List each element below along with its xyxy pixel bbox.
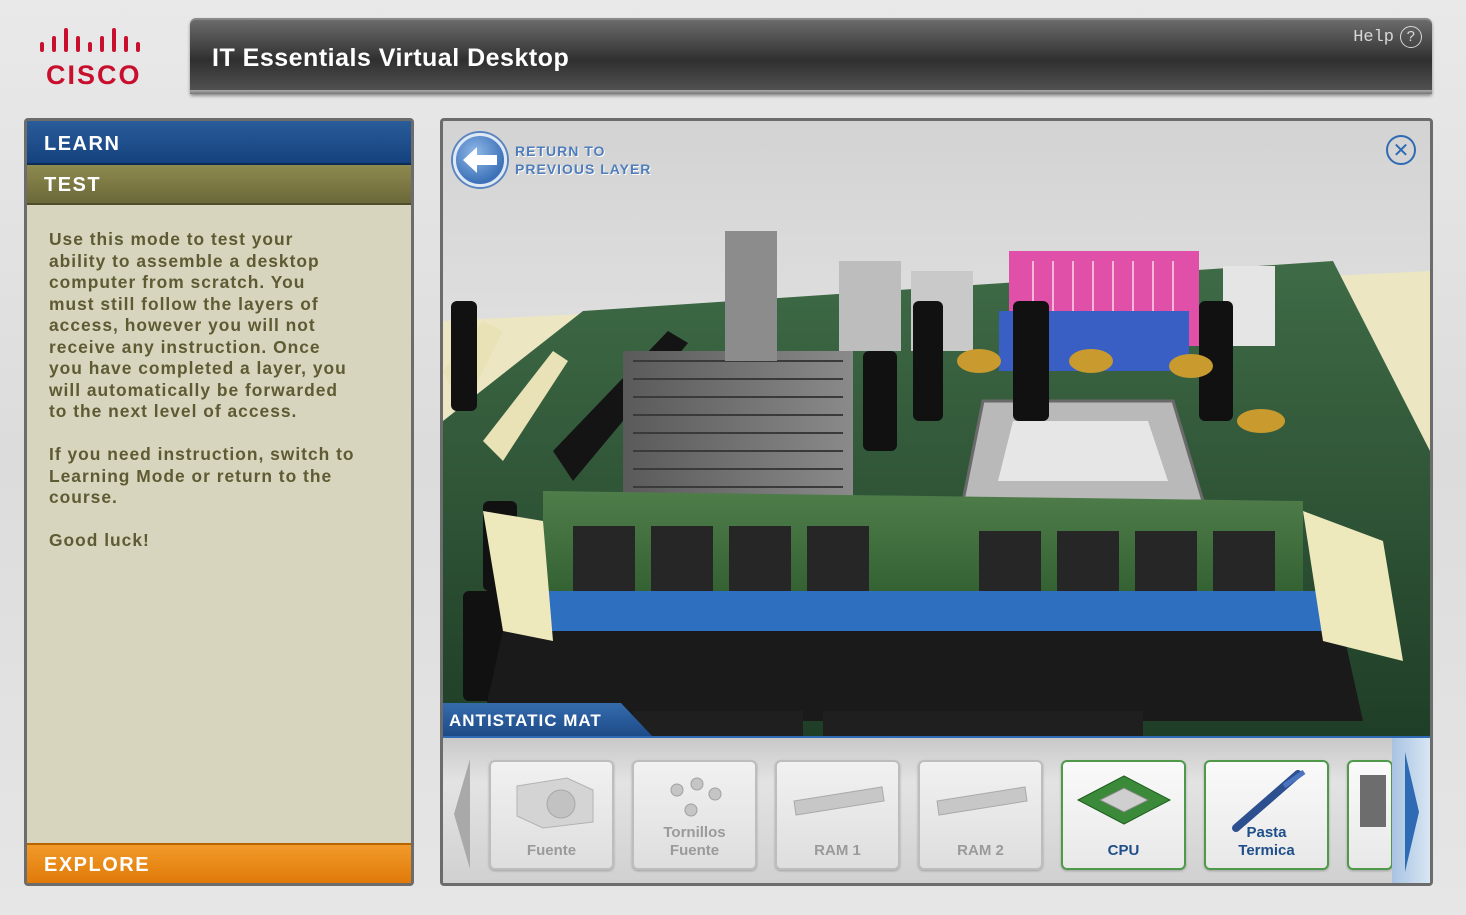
cisco-bars-icon	[40, 28, 140, 52]
virtual-desktop-viewport: RETURN TO PREVIOUS LAYER ✕ ANTISTATIC MA…	[440, 118, 1433, 886]
question-circle-icon: ?	[1400, 26, 1422, 48]
parts-list: Fuente Tornillos Fuente RAM 1 RAM 2 CPU …	[489, 760, 1393, 870]
cisco-logo: CISCO	[30, 24, 160, 90]
help-label: Help	[1353, 27, 1394, 47]
part-label: RAM 1	[814, 842, 861, 859]
ram-module-icon	[920, 770, 1041, 832]
motherboard-3d-scene[interactable]	[443, 121, 1430, 736]
part-tornillos-fuente[interactable]: Tornillos Fuente	[632, 760, 757, 870]
tab-explore[interactable]: EXPLORE	[27, 843, 411, 883]
instructions-paragraph-3: Good luck!	[49, 530, 150, 550]
part-ram-1[interactable]: RAM 1	[775, 760, 900, 870]
cpu-chip-icon	[1063, 770, 1184, 832]
tray-scroll-left-icon[interactable]	[447, 750, 477, 878]
instructions-paragraph-2: If you need instruction, switch to Learn…	[49, 444, 355, 507]
close-icon[interactable]: ✕	[1386, 135, 1416, 165]
mode-panel: LEARN TEST Use this mode to test your ab…	[24, 118, 414, 886]
part-pasta-termica[interactable]: Pasta Termica	[1204, 760, 1329, 870]
part-next-partial[interactable]	[1347, 760, 1393, 870]
part-label: RAM 2	[957, 842, 1004, 859]
tab-test[interactable]: TEST	[27, 165, 411, 205]
back-arrow-icon	[453, 133, 507, 187]
instructions-paragraph-1: Use this mode to test your ability to as…	[49, 229, 347, 421]
part-fuente[interactable]: Fuente	[489, 760, 614, 870]
antistatic-mat-label: ANTISTATIC MAT	[443, 703, 653, 737]
part-label: Tornillos Fuente	[663, 824, 726, 859]
title-bar: IT Essentials Virtual Desktop Help ?	[190, 18, 1432, 94]
parts-tray: Fuente Tornillos Fuente RAM 1 RAM 2 CPU …	[443, 736, 1430, 883]
part-label: CPU	[1107, 842, 1140, 859]
return-label-line-2: PREVIOUS LAYER	[515, 161, 652, 177]
ram-module-icon	[777, 770, 898, 832]
cisco-wordmark: CISCO	[46, 60, 142, 90]
app-title: IT Essentials Virtual Desktop	[212, 44, 570, 72]
cpu-fan-icon	[1349, 770, 1391, 832]
instructions-text: Use this mode to test your ability to as…	[27, 205, 411, 552]
part-cpu[interactable]: CPU	[1061, 760, 1186, 870]
tab-learn[interactable]: LEARN	[27, 121, 411, 165]
return-label: RETURN TO PREVIOUS LAYER	[515, 142, 651, 178]
part-ram-2[interactable]: RAM 2	[918, 760, 1043, 870]
screws-icon	[634, 770, 755, 832]
part-label: Pasta Termica	[1238, 824, 1295, 859]
help-button[interactable]: Help ?	[1353, 26, 1422, 48]
return-label-line-1: RETURN TO	[515, 143, 606, 159]
thermal-paste-syringe-icon	[1206, 770, 1327, 832]
power-supply-icon	[491, 770, 612, 832]
return-to-previous-layer-button[interactable]: RETURN TO PREVIOUS LAYER	[453, 133, 651, 187]
part-label: Fuente	[526, 842, 577, 859]
tray-scroll-right-icon[interactable]	[1392, 738, 1430, 883]
